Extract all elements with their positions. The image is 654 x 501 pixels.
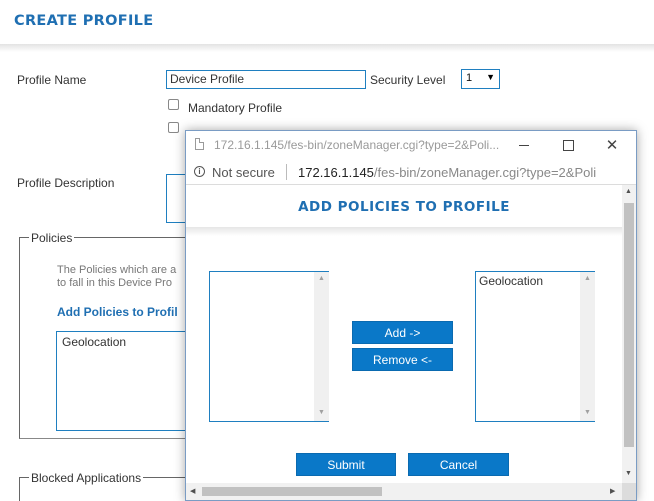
profile-name-input[interactable]: Device Profile bbox=[166, 70, 366, 89]
minimize-icon bbox=[519, 144, 529, 146]
maximize-icon bbox=[562, 139, 574, 151]
scroll-down-icon[interactable]: ▼ bbox=[625, 470, 632, 477]
popup-content: ADD POLICIES TO PROFILE ▲ ▼ Add -> Remov… bbox=[186, 185, 622, 483]
mandatory-profile-label: Mandatory Profile bbox=[188, 101, 283, 115]
scrollbar-corner bbox=[622, 483, 636, 500]
scroll-up-icon[interactable]: ▲ bbox=[625, 188, 632, 195]
scroll-up-icon[interactable]: ▲ bbox=[584, 275, 591, 282]
submit-button[interactable]: Submit bbox=[296, 453, 396, 476]
policies-list-item[interactable]: Geolocation bbox=[62, 335, 126, 349]
second-profile-checkbox[interactable] bbox=[168, 122, 179, 133]
maximize-button[interactable] bbox=[546, 131, 590, 159]
close-icon: ✕ bbox=[605, 137, 619, 154]
address-url[interactable]: 172.16.1.145/fes-bin/zoneManager.cgi?typ… bbox=[298, 165, 596, 180]
popup-horizontal-scrollbar[interactable]: ◀ ▶ bbox=[186, 483, 622, 500]
cancel-button[interactable]: Cancel bbox=[408, 453, 509, 476]
page-title: CREATE PROFILE bbox=[14, 13, 154, 29]
horizontal-scroll-thumb[interactable] bbox=[202, 487, 382, 496]
selected-policies-listbox[interactable]: Geolocation ▲ ▼ bbox=[475, 271, 595, 422]
page-icon bbox=[195, 138, 204, 150]
remove-button[interactable]: Remove <- bbox=[352, 348, 453, 371]
security-level-label: Security Level bbox=[370, 73, 446, 87]
address-bar[interactable]: i Not secure 172.16.1.145/fes-bin/zoneMa… bbox=[186, 160, 636, 185]
scroll-down-icon[interactable]: ▼ bbox=[318, 409, 325, 416]
close-button[interactable]: ✕ bbox=[590, 131, 634, 159]
policies-legend: Policies bbox=[29, 231, 75, 245]
selected-list-scrollbar[interactable]: ▲ ▼ bbox=[580, 272, 595, 421]
blocked-apps-legend: Blocked Applications bbox=[29, 471, 144, 485]
profile-description-label: Profile Description bbox=[17, 176, 115, 190]
policies-help-line1: The Policies which are a bbox=[57, 264, 177, 276]
security-level-value: 1 bbox=[466, 72, 473, 84]
vertical-scroll-thumb[interactable] bbox=[624, 203, 634, 447]
chevron-down-icon: ▼ bbox=[486, 72, 495, 82]
popup-window-title: 172.16.1.145/fes-bin/zoneManager.cgi?typ… bbox=[214, 138, 500, 152]
profile-name-label: Profile Name bbox=[17, 73, 87, 87]
url-host: 172.16.1.145 bbox=[298, 165, 374, 180]
scroll-left-icon[interactable]: ◀ bbox=[190, 487, 195, 495]
create-profile-page: CREATE PROFILE Profile Name Device Profi… bbox=[0, 0, 654, 501]
add-policies-popup-window: 172.16.1.145/fes-bin/zoneManager.cgi?typ… bbox=[185, 130, 637, 501]
popup-vertical-scrollbar[interactable]: ▲ ▼ bbox=[622, 185, 636, 483]
address-separator bbox=[286, 164, 287, 180]
available-policies-listbox[interactable]: ▲ ▼ bbox=[209, 271, 329, 422]
policies-listbox[interactable]: Geolocation bbox=[56, 331, 196, 431]
policies-help-line2: to fall in this Device Pro bbox=[57, 277, 172, 289]
info-icon[interactable]: i bbox=[194, 166, 205, 177]
url-path: /fes-bin/zoneManager.cgi?type=2&Poli bbox=[373, 165, 597, 180]
popup-titlebar[interactable]: 172.16.1.145/fes-bin/zoneManager.cgi?typ… bbox=[186, 131, 636, 159]
add-button[interactable]: Add -> bbox=[352, 321, 453, 344]
scroll-up-icon[interactable]: ▲ bbox=[318, 275, 325, 282]
available-list-scrollbar[interactable]: ▲ ▼ bbox=[314, 272, 329, 421]
add-policies-link[interactable]: Add Policies to Profil bbox=[57, 305, 178, 319]
minimize-button[interactable] bbox=[502, 131, 546, 159]
security-level-select[interactable]: 1 ▼ bbox=[461, 69, 500, 89]
scroll-down-icon[interactable]: ▼ bbox=[584, 409, 591, 416]
selected-list-item[interactable]: Geolocation bbox=[479, 274, 543, 288]
popup-heading: ADD POLICIES TO PROFILE bbox=[298, 199, 510, 215]
not-secure-label[interactable]: Not secure bbox=[212, 165, 275, 180]
popup-heading-divider bbox=[186, 227, 622, 236]
title-divider bbox=[0, 44, 654, 52]
scroll-right-icon[interactable]: ▶ bbox=[610, 487, 615, 495]
mandatory-profile-checkbox[interactable] bbox=[168, 99, 179, 110]
